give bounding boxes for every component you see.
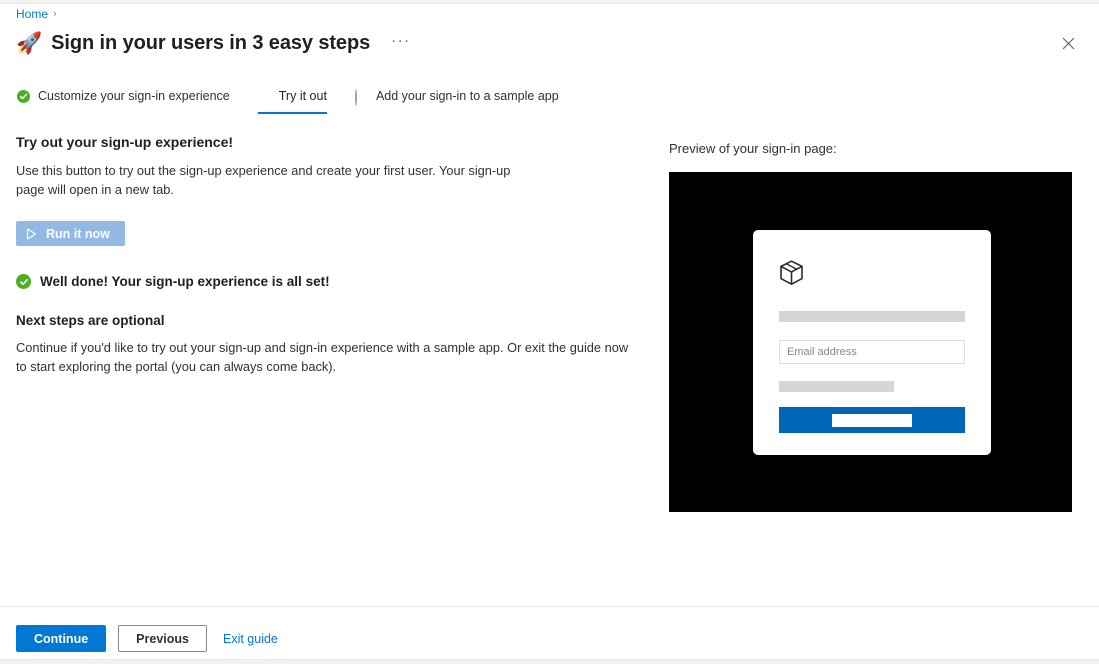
section-heading: Try out your sign-up experience! — [16, 134, 234, 150]
next-steps-heading: Next steps are optional — [16, 313, 165, 328]
breadcrumb-separator-icon: › — [53, 7, 57, 20]
success-message: Well done! Your sign-up experience is al… — [16, 274, 646, 289]
preview-submit-button[interactable] — [779, 407, 965, 433]
breadcrumb: Home › — [16, 5, 57, 23]
success-message-text: Well done! Your sign-up experience is al… — [40, 274, 330, 289]
main-content: Try out your sign-up experience! Use thi… — [16, 134, 646, 376]
success-check-icon — [16, 274, 31, 289]
step-tabs: Customize your sign-in experience Try it… — [17, 86, 587, 114]
empty-circle-icon — [355, 88, 358, 106]
run-it-now-label: Run it now — [46, 226, 110, 241]
preview-email-placeholder: Email address — [787, 346, 857, 358]
title-row: 🚀 Sign in your users in 3 easy steps ··· — [16, 26, 1083, 60]
step-marker-todo — [355, 88, 368, 106]
preview-email-input[interactable]: Email address — [779, 340, 965, 364]
rocket-icon: 🚀 — [16, 31, 43, 55]
preview-frame: Email address — [669, 172, 1072, 512]
continue-button[interactable]: Continue — [16, 625, 107, 652]
window-bottom-strip — [0, 659, 1099, 664]
next-steps-description: Continue if you'd like to try out your s… — [16, 340, 629, 374]
section-description: Use this button to try out the sign-up e… — [16, 163, 511, 197]
close-button[interactable] — [1053, 28, 1083, 58]
check-circle-icon — [17, 89, 30, 103]
step-tab-label: Try it out — [278, 89, 327, 103]
window-top-strip — [0, 0, 1099, 4]
breadcrumb-item-home[interactable]: Home — [16, 7, 48, 21]
preview-title-placeholder — [779, 311, 965, 322]
step-marker-done — [17, 89, 30, 103]
footer-divider — [0, 606, 1099, 607]
footer-actions: Continue Previous Exit guide — [16, 625, 282, 652]
preview-spacer — [779, 364, 965, 381]
preview-label: Preview of your sign-in page: — [669, 141, 837, 156]
close-icon — [1062, 37, 1074, 49]
step-tab-label: Customize your sign-in experience — [38, 89, 230, 103]
step-tab-try-it-out[interactable]: Try it out — [257, 86, 327, 114]
step-tab-customize[interactable]: Customize your sign-in experience — [17, 86, 230, 114]
exit-guide-link[interactable]: Exit guide — [219, 632, 282, 646]
play-icon — [26, 227, 37, 240]
preview-link-placeholder — [779, 381, 895, 392]
page-title: Sign in your users in 3 easy steps — [51, 31, 371, 54]
step-marker-current — [258, 90, 271, 103]
previous-button[interactable]: Previous — [118, 625, 207, 652]
preview-submit-label-placeholder — [832, 413, 912, 427]
cube-icon — [780, 260, 803, 285]
step-tab-add-sample-app[interactable]: Add your sign-in to a sample app — [355, 86, 559, 114]
more-options-button[interactable]: ··· — [387, 30, 415, 57]
preview-pane: Preview of your sign-in page: Email addr… — [669, 141, 1072, 512]
run-it-now-button[interactable]: Run it now — [16, 221, 125, 246]
step-tab-label: Add your sign-in to a sample app — [375, 89, 559, 103]
preview-signin-card: Email address — [753, 230, 991, 455]
